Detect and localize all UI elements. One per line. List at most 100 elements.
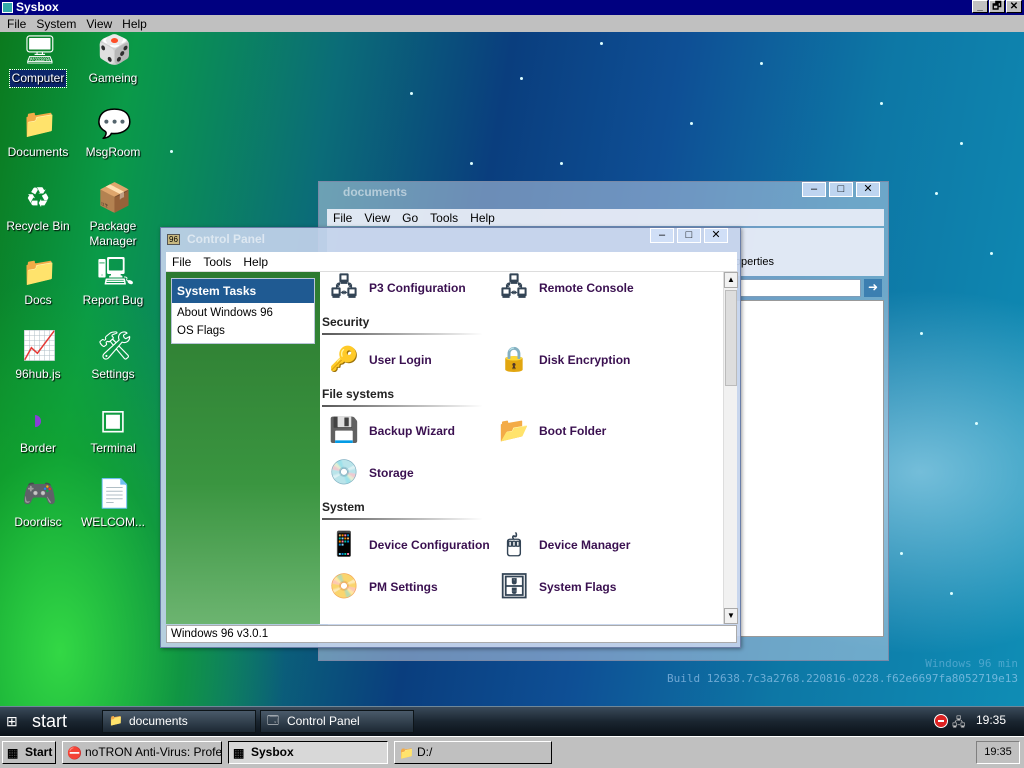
scroll-down-arrow-icon[interactable]: ▼ — [724, 608, 738, 624]
minimize-button[interactable]: – — [802, 182, 826, 197]
desktop-icon-96hub[interactable]: 📈 96hub.js — [0, 330, 76, 383]
sparkle — [170, 150, 173, 153]
taskbar-button-sysbox[interactable]: ▦ Sysbox — [228, 741, 388, 764]
recycle-bin-icon: ♻ — [25, 182, 51, 213]
item-boot-folder[interactable]: 📂 Boot Folder — [498, 415, 606, 447]
item-remote-console[interactable]: 🖧 Remote Console — [498, 272, 634, 304]
item-storage[interactable]: 💿 Storage — [328, 457, 414, 489]
desktop-icon-settings[interactable]: 🛠 Settings — [75, 330, 151, 383]
sparkle — [760, 62, 763, 65]
restore-button[interactable]: 🗗 — [989, 0, 1005, 13]
start-icon: ▦ — [7, 746, 19, 760]
desktop-icon-welcome[interactable]: 📄 WELCOM... — [75, 478, 151, 531]
menu-view[interactable]: View — [358, 209, 396, 226]
item-disk-encryption[interactable]: 🔒 Disk Encryption — [498, 344, 630, 376]
antivirus-icon: ⛔ — [67, 746, 82, 760]
scroll-thumb[interactable] — [725, 290, 737, 386]
taskbar-label: D:/ — [417, 745, 433, 759]
desktop-icon-msgroom[interactable]: 💬 MsgRoom — [75, 108, 151, 161]
taskbar-button-documents[interactable]: 📁 documents — [102, 710, 256, 733]
go-arrow-icon[interactable]: ➜ — [864, 279, 882, 297]
menu-help[interactable]: Help — [117, 15, 152, 32]
control-panel-icon: 96 — [167, 234, 180, 245]
host-title-bar: Sysbox _ 🗗 ✕ — [0, 0, 1024, 15]
minimize-button[interactable]: – — [650, 228, 674, 243]
maximize-button[interactable]: □ — [677, 228, 701, 243]
taskbar-button-drive-d[interactable]: 📁 D:/ — [394, 741, 552, 764]
icon-label: Documents — [7, 145, 69, 159]
menu-tools[interactable]: Tools — [424, 209, 464, 226]
task-about-windows-96[interactable]: About Windows 96 — [172, 303, 314, 321]
sparkle — [900, 552, 903, 555]
menu-help[interactable]: Help — [237, 252, 274, 271]
desktop-icon-docs[interactable]: 📁 Docs — [0, 256, 76, 309]
menu-view[interactable]: View — [81, 15, 117, 32]
item-device-manager[interactable]: 🖱 Device Manager — [498, 529, 631, 561]
taskbar-label: noTRON Anti-Virus: Profes... — [85, 745, 222, 759]
item-user-login[interactable]: 🔑 User Login — [328, 344, 432, 376]
menu-tools[interactable]: Tools — [197, 252, 237, 271]
maximize-button[interactable]: □ — [829, 182, 853, 197]
address-field[interactable] — [739, 279, 861, 297]
menu-help[interactable]: Help — [464, 209, 501, 226]
network-icon: 🖧 — [330, 274, 358, 301]
taskbar-button-notron[interactable]: ⛔ noTRON Anti-Virus: Profes... — [62, 741, 222, 764]
sysbox-icon — [2, 2, 13, 13]
section-file-systems: File systems — [322, 387, 482, 407]
tray-clock[interactable]: 19:35 — [976, 713, 1006, 727]
desktop-icon-terminal[interactable]: ▣ Terminal — [75, 404, 151, 457]
documents-window-controls: – □ ✕ — [802, 182, 880, 197]
mouse-icon: 🖱 — [506, 531, 522, 558]
sparkle — [990, 252, 993, 255]
close-button[interactable]: ✕ — [856, 182, 880, 197]
control-panel-window[interactable]: 96 Control Panel – □ ✕ File Tools Help S… — [160, 227, 741, 648]
item-label: Storage — [369, 466, 414, 480]
close-button[interactable]: ✕ — [704, 228, 728, 243]
host-start-button[interactable]: ▦ Start — [2, 741, 56, 764]
build-watermark-line2: Build 12638.7c3a2768.220816-0228.f62e669… — [667, 672, 1018, 685]
desktop-icon-border[interactable]: ◗ Border — [0, 404, 76, 457]
minimize-button[interactable]: _ — [972, 0, 988, 13]
desktop-icon-doordisc[interactable]: 🎮 Doordisc — [0, 478, 76, 531]
menu-system[interactable]: System — [31, 15, 81, 32]
menu-file[interactable]: File — [166, 252, 197, 271]
task-os-flags[interactable]: OS Flags — [172, 321, 314, 343]
host-clock[interactable]: 19:35 — [976, 741, 1020, 764]
icon-label: Report Bug — [82, 293, 144, 307]
sparkle — [520, 77, 523, 80]
desktop-icon-recycle-bin[interactable]: ♻ Recycle Bin — [0, 182, 76, 235]
desktop-icon-report-bug[interactable]: 🖳 Report Bug — [75, 256, 151, 309]
desktop-icon-gameing[interactable]: 🎲 Gameing — [75, 34, 151, 87]
desktop-icon-computer[interactable]: 🖥 Computer — [0, 34, 76, 88]
vertical-scrollbar[interactable]: ▲ ▼ — [723, 272, 738, 624]
taskbar-label: documents — [129, 714, 188, 728]
taskbar-button-control-panel[interactable]: 🗔 Control Panel — [260, 710, 414, 733]
desktop-icon-documents[interactable]: 📁 Documents — [0, 108, 76, 161]
item-p3-configuration[interactable]: 🖧 P3 Configuration — [328, 272, 466, 304]
item-system-flags[interactable]: 🗄 System Flags — [498, 571, 617, 603]
item-pm-settings[interactable]: 📀 PM Settings — [328, 571, 438, 603]
desktop-icon-package-manager[interactable]: 📦 Package Manager — [75, 182, 151, 250]
sparkle — [410, 92, 413, 95]
item-label: Device Configuration — [369, 538, 490, 552]
start-button[interactable]: ⊞ start — [0, 707, 88, 736]
sparkle — [690, 122, 693, 125]
scroll-up-arrow-icon[interactable]: ▲ — [724, 272, 738, 288]
sparkle — [600, 42, 603, 45]
item-label: Backup Wizard — [369, 424, 455, 438]
item-device-configuration[interactable]: 📱 Device Configuration — [328, 529, 490, 561]
system-tasks-panel: System Tasks About Windows 96 OS Flags — [171, 278, 315, 344]
cabinet-icon: 🗄 — [498, 573, 530, 600]
sparkle — [880, 102, 883, 105]
menu-file[interactable]: File — [2, 15, 31, 32]
control-panel-menu-bar: File Tools Help — [166, 252, 737, 272]
menu-file[interactable]: File — [327, 209, 358, 226]
menu-go[interactable]: Go — [396, 209, 424, 226]
control-panel-window-controls: – □ ✕ — [650, 228, 728, 243]
section-security: Security — [322, 315, 482, 335]
item-backup-wizard[interactable]: 💾 Backup Wizard — [328, 415, 455, 447]
network-icon[interactable]: 🖧 — [952, 713, 965, 734]
stop-icon[interactable] — [934, 714, 948, 728]
sysbox-icon: ▦ — [233, 746, 245, 760]
close-button[interactable]: ✕ — [1006, 0, 1022, 13]
